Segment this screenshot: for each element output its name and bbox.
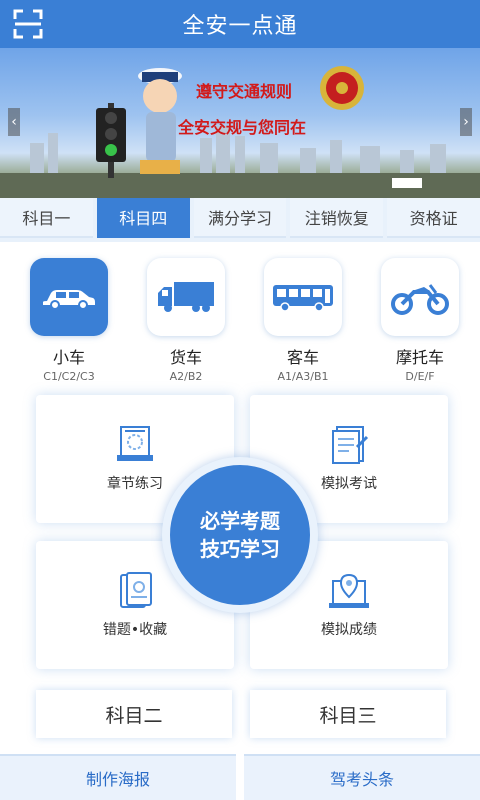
promo-banner[interactable]: ‹ › 遵守交通规则 全安交规与您同在 — [0, 48, 480, 198]
banner-slogan-2: 全安交规与您同在 — [178, 118, 307, 137]
center-line-1: 必学考题 — [200, 509, 280, 533]
vehicle-license-code: C1/C2/C3 — [43, 370, 95, 383]
vehicle-truck[interactable]: 货车 A2/B2 — [141, 258, 231, 383]
scan-icon[interactable] — [12, 8, 44, 40]
make-poster-button[interactable]: 制作海报 — [0, 754, 236, 800]
mock-exam-label: 模拟考试 — [321, 476, 377, 492]
app-title: 全安一点通 — [182, 14, 298, 39]
score-pin-icon — [329, 573, 369, 608]
banner-indicator — [392, 178, 422, 188]
subject-2-button[interactable]: 科目二 — [36, 690, 232, 738]
motorcycle-icon — [391, 284, 449, 315]
vehicle-car[interactable]: 小车 C1/C2/C3 — [24, 258, 114, 383]
subject-tabs: 科目一 科目四 满分学习 注销恢复 资格证 — [0, 198, 480, 242]
tab-subject-1[interactable]: 科目一 — [0, 198, 93, 238]
bus-icon — [273, 285, 333, 312]
vehicle-tile[interactable] — [381, 258, 459, 336]
chapter-book-icon — [117, 426, 153, 461]
vehicle-license-code: A1/A3/B1 — [277, 370, 329, 383]
vehicle-name: 货车 — [169, 348, 202, 367]
exam-paper-icon — [332, 426, 369, 464]
vehicle-bus[interactable]: 客车 A1/A3/B1 — [258, 258, 348, 383]
banner-slogan-1: 遵守交通规则 — [196, 82, 293, 101]
mock-scores-label: 模拟成绩 — [321, 622, 377, 638]
vehicle-tile[interactable] — [264, 258, 342, 336]
tab-cancel-restore[interactable]: 注销恢复 — [290, 198, 384, 238]
tab-subject-4[interactable]: 科目四 — [96, 198, 190, 238]
vehicle-selector: 小车 C1/C2/C3 货车 A2/B2 客车 A1/A3/B1 摩托车 D/E… — [0, 258, 480, 388]
tab-full-score[interactable]: 满分学习 — [193, 198, 287, 238]
vehicle-license-code: D/E/F — [405, 370, 435, 383]
subject-3-button[interactable]: 科目三 — [250, 690, 446, 738]
must-learn-skills-button[interactable]: 必学考题 技巧学习 — [162, 457, 318, 613]
bottom-nav: 制作海报 驾考头条 — [0, 754, 480, 800]
vehicle-name: 小车 — [52, 348, 85, 367]
vehicle-name: 摩托车 — [395, 348, 444, 367]
banner-prev-icon[interactable]: ‹ — [8, 108, 20, 136]
app-header: 全安一点通 — [0, 0, 480, 48]
truck-icon — [158, 282, 214, 312]
notebook-icon — [120, 572, 152, 608]
vehicle-license-code: A2/B2 — [169, 370, 203, 383]
center-line-2: 技巧学习 — [200, 537, 280, 561]
driving-news-button[interactable]: 驾考头条 — [244, 754, 480, 800]
chapter-practice-label: 章节练习 — [107, 476, 163, 492]
vehicle-name: 客车 — [286, 348, 319, 367]
car-icon — [43, 290, 95, 310]
vehicle-tile[interactable] — [30, 258, 108, 336]
study-grid: 章节练习 模拟考试 错题•收藏 模拟成绩 必学考题 技巧学习 — [30, 395, 450, 680]
vehicle-motorcycle[interactable]: 摩托车 D/E/F — [375, 258, 465, 383]
tab-qualification[interactable]: 资格证 — [387, 198, 480, 238]
banner-next-icon[interactable]: › — [460, 108, 472, 136]
mistakes-favorites-label: 错题•收藏 — [102, 622, 168, 638]
vehicle-tile[interactable] — [147, 258, 225, 336]
